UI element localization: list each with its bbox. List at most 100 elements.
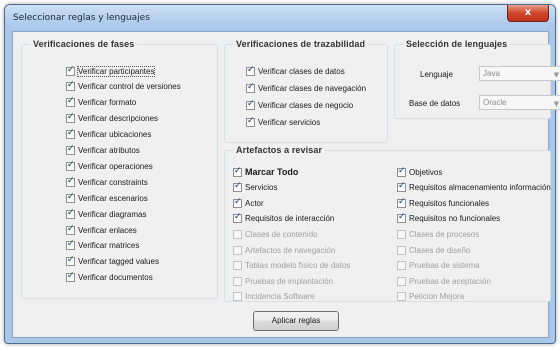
languages-group: Selección de lenguajes Lenguaje Java ▼ B… xyxy=(394,39,560,119)
phase-checkbox[interactable]: Verificar descripciones xyxy=(66,112,159,125)
checkbox[interactable] xyxy=(397,181,406,193)
checkbox xyxy=(397,261,406,271)
checkbox[interactable] xyxy=(66,96,75,108)
checkbox[interactable] xyxy=(66,239,75,251)
checkbox[interactable] xyxy=(246,99,255,110)
checkbox-label: Verificar enlaces xyxy=(78,225,137,235)
artifact-checkbox: Clases de procesos xyxy=(397,228,479,240)
artifact-checkbox[interactable]: Servicios xyxy=(233,181,278,194)
checkbox[interactable] xyxy=(66,208,75,219)
artifacts-group-title: Artefactos a revisar xyxy=(233,145,326,155)
database-label: Base de datos xyxy=(409,99,461,108)
checkbox[interactable] xyxy=(66,112,75,124)
checkbox-label: Objetivos xyxy=(409,167,443,177)
artifact-checkbox: Clases de diseño xyxy=(397,244,470,256)
checkbox-label: Verificar diagramas xyxy=(78,209,147,219)
checkbox-label: Verificar descripciones xyxy=(78,114,159,124)
phase-checkbox[interactable]: Verificar ubicaciones xyxy=(66,128,152,141)
checkbox[interactable] xyxy=(246,116,255,127)
checkbox xyxy=(397,229,406,239)
artifact-checkbox[interactable]: Marcar Todo xyxy=(233,166,298,178)
artifact-checkbox: Incidencia Software xyxy=(233,291,315,303)
language-select-value: Java xyxy=(483,69,500,78)
checkbox[interactable] xyxy=(66,80,75,92)
artifact-checkbox: Pruebas de implantación xyxy=(233,275,333,287)
checkbox-label: Verificar ubicaciones xyxy=(78,130,152,140)
artifact-checkbox[interactable]: Requisitos funcionales xyxy=(397,197,489,209)
title-bar[interactable]: Seleccionar reglas y lenguajes x xyxy=(5,5,555,31)
artifact-checkbox: Tablas modelo físico de datos xyxy=(233,260,350,272)
dialog-body: Verificaciones de fases Verificar partic… xyxy=(12,31,560,338)
artifact-checkbox: Peticion Mejora xyxy=(397,291,464,303)
checkbox xyxy=(233,229,242,239)
traceability-checkbox[interactable]: Verificar servicios xyxy=(246,116,320,128)
checkbox[interactable] xyxy=(397,197,406,208)
traceability-checkbox[interactable]: Verificar clases de datos xyxy=(246,65,345,77)
apply-rules-button[interactable]: Aplicar reglas xyxy=(253,311,339,331)
artifact-checkbox[interactable]: Objetivos xyxy=(397,166,442,178)
checkbox-label: Verificar documentos xyxy=(78,273,153,283)
checkbox-label: Marcar Todo xyxy=(245,167,299,177)
checkbox-label: Verificar constraints xyxy=(78,177,148,187)
checkbox[interactable] xyxy=(66,224,75,235)
checkbox[interactable] xyxy=(66,160,75,171)
phase-checkbox[interactable]: Verificar constraints xyxy=(66,176,148,188)
checkbox-label: Clases de contenido xyxy=(245,229,318,239)
checkbox[interactable] xyxy=(66,144,75,155)
artifact-checkbox[interactable]: Requisitos almacenamiento información xyxy=(397,181,551,194)
artifacts-group: Artefactos a revisar Marcar Todo Servicio… xyxy=(224,145,551,303)
checkbox[interactable] xyxy=(66,192,75,203)
checkbox[interactable] xyxy=(233,197,242,208)
checkbox-label: Servicios xyxy=(245,183,278,193)
database-select[interactable]: Oracle ▼ xyxy=(479,95,560,110)
checkbox[interactable] xyxy=(66,255,75,267)
database-select-value: Oracle xyxy=(483,98,507,107)
checkbox-label: Clases de diseño xyxy=(409,245,471,255)
phase-checkbox[interactable]: Verificar control de versiones xyxy=(66,80,181,93)
checkbox-label: Verificar participantes xyxy=(76,65,156,77)
checkbox-label: Requisitos no funcionales xyxy=(409,214,501,224)
checkbox[interactable] xyxy=(246,82,255,93)
checkbox[interactable] xyxy=(66,271,75,283)
phase-checkbox[interactable]: Verificar enlaces xyxy=(66,224,137,236)
traceability-checkbox[interactable]: Verificar clases de negocio xyxy=(246,99,353,111)
checkbox[interactable] xyxy=(397,212,406,224)
phases-group-title: Verificaciones de fases xyxy=(30,39,138,49)
dialog-window: Seleccionar reglas y lenguajes x Verific… xyxy=(4,4,560,344)
phase-checkbox[interactable]: Verificar escenarios xyxy=(66,192,148,204)
checkbox[interactable] xyxy=(233,181,242,193)
artifact-checkbox[interactable]: Actor xyxy=(233,197,264,209)
language-label: Lenguaje xyxy=(420,70,453,79)
phase-checkbox[interactable]: Verificar formato xyxy=(66,96,137,109)
close-button[interactable]: x xyxy=(507,5,549,22)
traceability-checkbox[interactable]: Verificar clases de navegación xyxy=(246,82,366,94)
checkbox-label: Requisitos funcionales xyxy=(409,198,490,208)
phase-checkbox[interactable]: Verificar atributos xyxy=(66,144,140,157)
phase-checkbox[interactable]: Verificar tagged values xyxy=(66,255,159,268)
artifact-checkbox[interactable]: Requisitos de interacción xyxy=(233,212,334,225)
phase-checkbox[interactable]: Verificar operaciones xyxy=(66,160,153,172)
checkbox-label: Verificar formato xyxy=(78,98,137,108)
checkbox xyxy=(397,276,406,286)
checkbox[interactable] xyxy=(66,65,75,76)
phase-checkbox[interactable]: Verificar diagramas xyxy=(66,208,146,220)
checkbox[interactable] xyxy=(233,212,242,224)
checkbox-label: Verificar clases de datos xyxy=(258,66,345,76)
checkbox-label: Actor xyxy=(245,198,264,208)
checkbox[interactable] xyxy=(66,176,75,187)
chevron-down-icon: ▼ xyxy=(553,100,559,108)
artifact-checkbox[interactable]: Requisitos no funcionales xyxy=(397,212,501,225)
phase-checkbox[interactable]: Verificar documentos xyxy=(66,271,153,284)
checkbox xyxy=(397,292,406,302)
checkbox-label: Pruebas de aceptación xyxy=(409,276,491,286)
language-select[interactable]: Java ▼ xyxy=(479,66,560,81)
checkbox[interactable] xyxy=(66,128,75,140)
phase-checkbox[interactable]: Verificar matrices xyxy=(66,239,139,252)
checkbox xyxy=(397,245,406,255)
checkbox[interactable] xyxy=(233,166,242,177)
phase-checkbox[interactable]: Verificar participantes xyxy=(66,65,156,77)
checkbox[interactable] xyxy=(246,65,255,76)
checkbox[interactable] xyxy=(397,166,406,177)
window-title: Seleccionar reglas y lenguajes xyxy=(13,13,150,23)
checkbox-label: Verificar operaciones xyxy=(78,161,153,171)
